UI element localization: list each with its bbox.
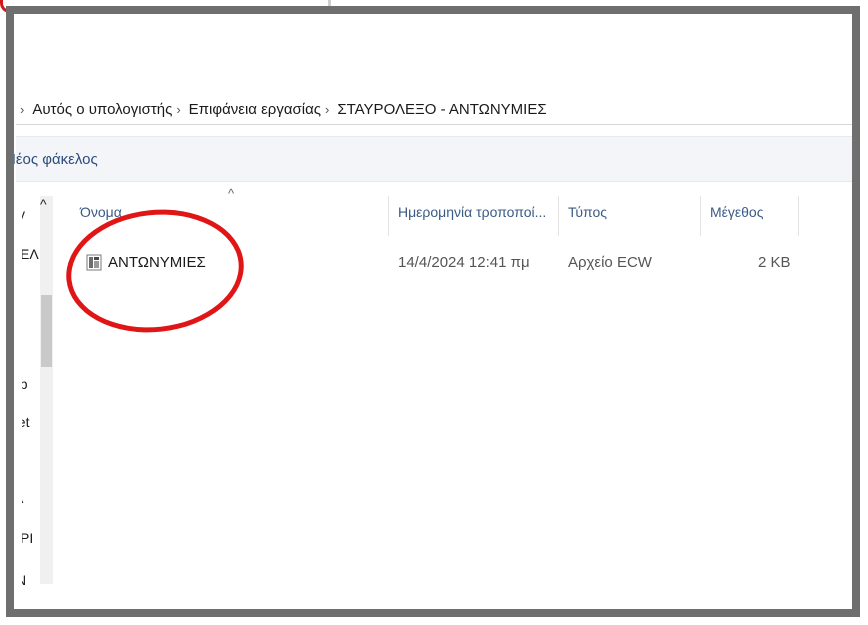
- file-row-antonymies[interactable]: ΑΝΤΩΝΥΜΙΕΣ 14/4/2024 12:41 πμ Αρχείο ECW…: [50, 250, 848, 278]
- column-header-date[interactable]: Ημερομηνία τροποποί...: [398, 204, 546, 220]
- nav-item[interactable]: ΡΙ: [22, 530, 33, 546]
- column-header-name[interactable]: Όνομα: [80, 204, 122, 220]
- address-bar[interactable]: › Αυτός ο υπολογιστής › Επιφάνεια εργασί…: [16, 94, 852, 125]
- command-bar: Νέος φάκελος: [14, 136, 852, 182]
- column-header-type[interactable]: Τύπος: [568, 204, 607, 220]
- file-type: Αρχείο ECW: [568, 254, 652, 271]
- chevron-right-icon: ›: [20, 101, 25, 117]
- column-header-size[interactable]: Μέγεθος: [710, 204, 763, 220]
- nav-item[interactable]: ΕΛ: [22, 246, 39, 262]
- file-size: 2 KB: [758, 254, 791, 271]
- column-divider[interactable]: [798, 196, 799, 236]
- breadcrumb-desktop[interactable]: Επιφάνεια εργασίας: [189, 101, 321, 118]
- chevron-right-icon: ›: [176, 101, 181, 117]
- scroll-up-icon[interactable]: ^: [40, 196, 47, 212]
- column-divider[interactable]: [558, 196, 559, 236]
- file-explorer-window: › Αυτός ο υπολογιστής › Επιφάνεια εργασί…: [6, 6, 860, 617]
- column-divider[interactable]: [388, 196, 389, 236]
- new-folder-button[interactable]: Νέος φάκελος: [14, 151, 98, 168]
- nav-item[interactable]: eb: [22, 376, 28, 392]
- breadcrumb-this-pc[interactable]: Αυτός ο υπολογιστής: [32, 101, 172, 118]
- file-name[interactable]: ΑΝΤΩΝΥΜΙΕΣ: [108, 254, 206, 271]
- file-date: 14/4/2024 12:41 πμ: [398, 254, 530, 271]
- nav-item[interactable]: Α: [22, 490, 23, 506]
- nav-item[interactable]: γ: [22, 206, 25, 222]
- chevron-right-icon: ›: [325, 101, 330, 117]
- breadcrumb-current-folder[interactable]: ΣΤΑΥΡΟΛΕΞΟ - ΑΝΤΩΝΥΜΙΕΣ: [337, 101, 546, 118]
- scrollbar-thumb[interactable]: [41, 295, 52, 367]
- nav-item[interactable]: Ν: [22, 572, 26, 588]
- column-header-row: Όνομα Ημερομηνία τροποποί... Τύπος Μέγεθ…: [58, 196, 856, 236]
- column-divider[interactable]: [700, 196, 701, 236]
- nav-item[interactable]: eet: [22, 414, 29, 430]
